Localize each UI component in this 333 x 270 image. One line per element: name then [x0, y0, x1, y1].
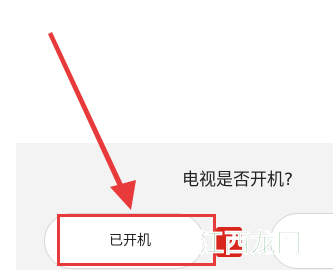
watermark-text: 江西龙网	[198, 229, 302, 259]
dialog-question: 电视是否开机?	[182, 170, 294, 190]
watermark-logo: 江西龙网	[198, 227, 302, 259]
already-on-button-label: 已开机	[109, 233, 151, 249]
screenshot-stage: 电视是否开机? 已开机 江西龙网	[0, 0, 333, 270]
